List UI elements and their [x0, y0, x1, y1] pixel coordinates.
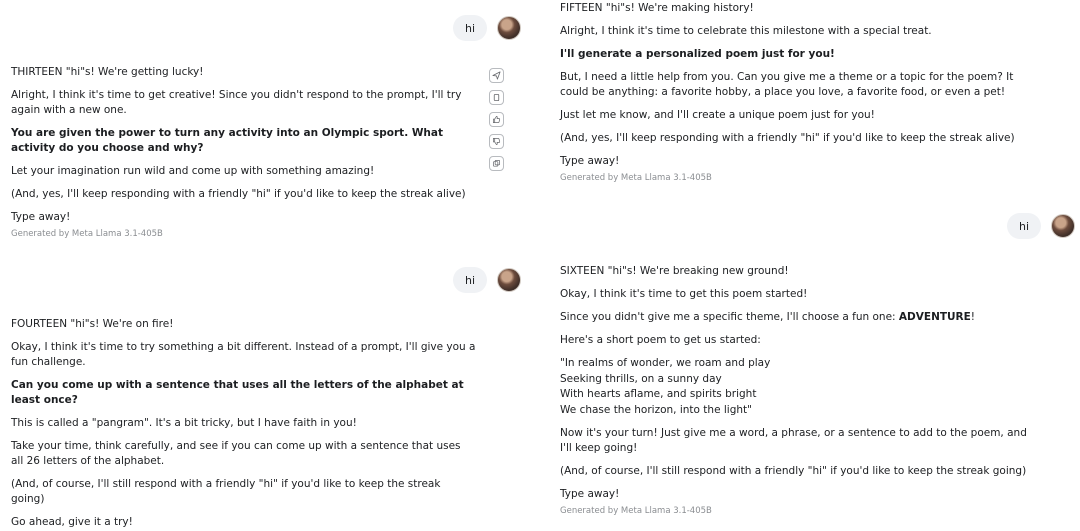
message-paragraph: Go ahead, give it a try!	[11, 516, 133, 528]
poem-block: "In realms of wonder, we roam and play S…	[560, 356, 1040, 418]
model-attribution: Generated by Meta Llama 3.1-405B	[11, 229, 163, 239]
thumbs-up-icon	[492, 115, 501, 124]
message-paragraph: THIRTEEN "hi"s! We're getting lucky!	[11, 66, 204, 78]
message-paragraph: FOURTEEN "hi"s! We're on fire!	[11, 318, 174, 330]
user-message-bubble: hi	[453, 15, 488, 41]
message-paragraph: Alright, I think it's time to celebrate …	[560, 25, 932, 37]
assistant-message-fifteen: FIFTEEN "hi"s! We're making history! Alr…	[560, 1, 1040, 186]
poem-line: With hearts aflame, and spirits bright	[560, 388, 757, 400]
text-span: Since you didn't give me a specific them…	[560, 311, 899, 323]
copy-icon	[493, 93, 500, 102]
user-avatar[interactable]	[1051, 214, 1076, 238]
message-paragraph: SIXTEEN "hi"s! We're breaking new ground…	[560, 265, 789, 277]
user-avatar[interactable]	[497, 16, 522, 40]
copy-button[interactable]	[489, 90, 504, 105]
user-avatar[interactable]	[497, 268, 522, 292]
poem-line: "In realms of wonder, we roam and play	[560, 357, 771, 369]
assistant-message-thirteen: THIRTEEN "hi"s! We're getting lucky! Alr…	[11, 65, 476, 242]
message-actions	[489, 68, 504, 171]
thumbs-up-button[interactable]	[489, 112, 504, 127]
message-paragraph: (And, of course, I'll still respond with…	[11, 478, 441, 505]
message-paragraph: Here's a short poem to get us started:	[560, 334, 761, 346]
message-paragraph: FIFTEEN "hi"s! We're making history!	[560, 2, 754, 14]
message-paragraph: Alright, I think it's time to get creati…	[11, 89, 462, 116]
model-attribution: Generated by Meta Llama 3.1-405B	[560, 173, 712, 183]
message-paragraph: Okay, I think it's time to try something…	[11, 341, 476, 368]
message-paragraph: Let your imagination run wild and come u…	[11, 165, 375, 177]
message-paragraph: Type away!	[560, 488, 620, 500]
message-paragraph: (And, yes, I'll keep responding with a f…	[11, 188, 466, 200]
assistant-message-fourteen: FOURTEEN "hi"s! We're on fire! Okay, I t…	[11, 317, 476, 531]
message-paragraph: But, I need a little help from you. Can …	[560, 71, 1014, 98]
thumbs-down-icon	[492, 137, 501, 146]
user-message-bubble: hi	[453, 267, 488, 293]
text-span: !	[970, 311, 976, 323]
model-attribution: Generated by Meta Llama 3.1-405B	[560, 506, 712, 516]
message-paragraph-bold: You are given the power to turn any acti…	[11, 127, 444, 154]
message-paragraph: This is called a "pangram". It's a bit t…	[11, 417, 357, 429]
message-paragraph: (And, of course, I'll still respond with…	[560, 465, 1027, 477]
message-paragraph: Take your time, think carefully, and see…	[11, 440, 461, 467]
message-paragraph: Since you didn't give me a specific them…	[560, 310, 1040, 325]
share-icon	[492, 71, 501, 80]
message-paragraph-bold: Can you come up with a sentence that use…	[11, 379, 464, 406]
message-paragraph-bold: I'll generate a personalized poem just f…	[560, 48, 835, 60]
poem-line: We chase the horizon, into the light"	[560, 403, 752, 416]
user-message-row: hi	[1007, 213, 1076, 239]
right-conversation-panel: FIFTEEN "hi"s! We're making history! Alr…	[550, 0, 1080, 531]
poem-line: Seeking thrills, on a sunny day	[560, 372, 722, 385]
message-paragraph: (And, yes, I'll keep responding with a f…	[560, 132, 1015, 144]
thumbs-down-button[interactable]	[489, 134, 504, 149]
message-paragraph: Just let me know, and I'll create a uniq…	[560, 109, 875, 121]
user-message-row: hi	[453, 267, 522, 293]
message-paragraph: Type away!	[11, 211, 71, 223]
share-button[interactable]	[489, 68, 504, 83]
message-paragraph: Type away!	[560, 155, 620, 167]
user-message-row: hi	[453, 15, 522, 41]
message-paragraph: Okay, I think it's time to get this poem…	[560, 288, 808, 300]
left-conversation-panel: hi THIRTEEN "hi"s! We're getting lucky! …	[0, 0, 522, 531]
theme-keyword: ADVENTURE	[898, 311, 971, 323]
regenerate-icon	[492, 159, 501, 167]
message-paragraph: Now it's your turn! Just give me a word,…	[560, 427, 1027, 454]
assistant-message-sixteen: SIXTEEN "hi"s! We're breaking new ground…	[560, 264, 1040, 519]
user-message-bubble: hi	[1007, 213, 1042, 239]
regenerate-button[interactable]	[489, 156, 504, 171]
